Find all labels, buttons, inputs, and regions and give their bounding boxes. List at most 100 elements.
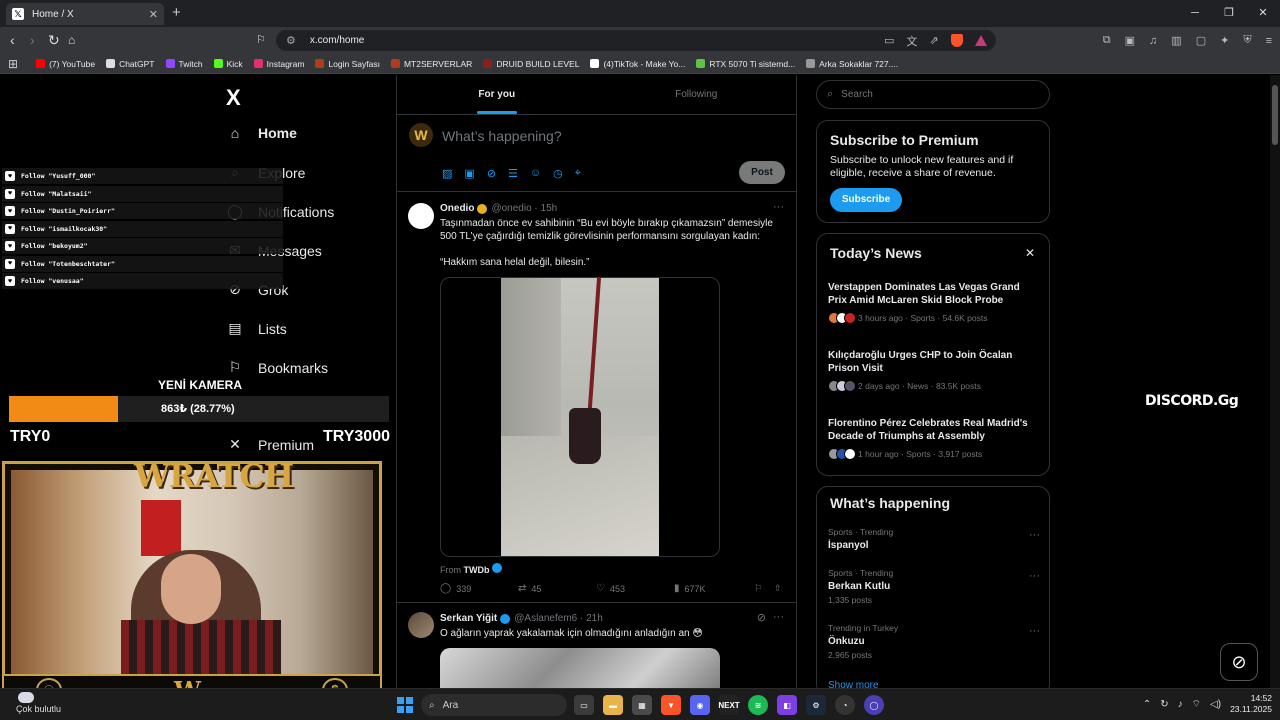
- trend-item[interactable]: Sports · Trending Berkan Kutlu 1,335 posts…: [828, 568, 1040, 605]
- author-handle[interactable]: @onedio: [491, 203, 531, 214]
- bookmark-item[interactable]: MT2SERVERLAR: [390, 59, 472, 69]
- chevron-up-icon[interactable]: ⌃: [1143, 699, 1151, 710]
- site-info-icon[interactable]: ⚙: [286, 34, 296, 47]
- share-tweet-icon[interactable]: ⇧: [774, 583, 782, 594]
- browser-tab[interactable]: 𝕏 Home / X ✕: [6, 3, 164, 25]
- tweet-time[interactable]: 21h: [586, 613, 603, 624]
- task-view-icon[interactable]: ▭: [574, 695, 594, 715]
- reply-button[interactable]: ◯ 339: [440, 583, 518, 594]
- trend-item[interactable]: Sports · Trending İspanyol ···: [828, 527, 1040, 554]
- file-explorer-icon[interactable]: ▬: [603, 695, 623, 715]
- bookmark-item[interactable]: DRUID BUILD LEVEL: [483, 59, 579, 69]
- maximize-button[interactable]: ❐: [1212, 0, 1246, 27]
- close-tab-icon[interactable]: ✕: [149, 8, 158, 21]
- cast-icon[interactable]: ▭: [884, 34, 894, 47]
- x-logo-icon[interactable]: X: [226, 85, 241, 111]
- tweet[interactable]: Onedio @onedio · 15h ··· Taşınmadan önce…: [397, 193, 796, 603]
- screenshot-icon[interactable]: ▣: [1125, 34, 1135, 47]
- wallet-icon[interactable]: ▢: [1196, 34, 1206, 47]
- nav-item-home[interactable]: ⌂ Home: [226, 125, 297, 141]
- location-icon[interactable]: ⌖: [575, 167, 581, 180]
- media-icon[interactable]: ♫: [1149, 35, 1157, 47]
- poll-icon[interactable]: ☰: [508, 167, 518, 180]
- show-more-link[interactable]: Show more: [828, 680, 879, 688]
- more-icon[interactable]: ···: [773, 201, 784, 213]
- spotify-icon[interactable]: ≋: [748, 695, 768, 715]
- taskbar-search[interactable]: ⌕ Ara: [421, 694, 567, 716]
- post-button[interactable]: Post: [739, 161, 785, 184]
- more-icon[interactable]: ···: [1029, 625, 1040, 637]
- compose-input[interactable]: What’s happening?: [442, 128, 562, 144]
- author-name[interactable]: Onedio: [440, 203, 474, 214]
- discord-app-icon[interactable]: ◉: [690, 695, 710, 715]
- tab-for-you[interactable]: For you: [397, 75, 597, 114]
- next-app-icon[interactable]: NEXT: [718, 695, 740, 715]
- close-window-button[interactable]: ✕: [1246, 0, 1280, 27]
- bookmark-item[interactable]: Kick: [213, 59, 243, 69]
- from-account[interactable]: TWDb: [464, 565, 490, 575]
- leo-ai-icon[interactable]: ✦: [1220, 34, 1229, 47]
- menu-icon[interactable]: ≡: [1266, 35, 1272, 47]
- vpn-icon[interactable]: ⛨: [1243, 34, 1251, 47]
- schedule-icon[interactable]: ◷: [553, 167, 563, 180]
- translate-icon[interactable]: 文: [906, 33, 917, 49]
- more-icon[interactable]: ···: [1029, 529, 1040, 541]
- more-icon[interactable]: ···: [1029, 570, 1040, 582]
- clock[interactable]: 14:52 23.11.2025: [1230, 693, 1272, 715]
- bookmark-page-icon[interactable]: ⚐: [256, 32, 266, 48]
- sync-icon[interactable]: ↻: [1160, 699, 1168, 710]
- avatar[interactable]: [408, 203, 434, 229]
- video-player[interactable]: [440, 277, 720, 557]
- nav-item-bookmarks[interactable]: ⚐ Bookmarks: [226, 359, 328, 376]
- bookmark-tweet-icon[interactable]: ⚐: [754, 583, 774, 594]
- weather-widget[interactable]: Çok bulutlu: [16, 692, 61, 714]
- bookmark-item[interactable]: (7) YouTube: [36, 59, 95, 69]
- author-name[interactable]: Serkan Yiğit: [440, 613, 497, 624]
- steam-icon[interactable]: ⚙: [806, 695, 826, 715]
- brave-shields-icon[interactable]: [950, 34, 963, 47]
- app-icon[interactable]: ◯: [864, 695, 884, 715]
- apps-grid-icon[interactable]: ⊞: [8, 57, 18, 71]
- news-item[interactable]: Verstappen Dominates Las Vegas Grand Pri…: [828, 281, 1040, 324]
- brave-app-icon[interactable]: ▼: [661, 695, 681, 715]
- gif-icon[interactable]: ▣: [464, 167, 474, 180]
- back-button[interactable]: ‹: [10, 32, 15, 48]
- nav-item-lists[interactable]: ▤ Lists: [226, 320, 286, 337]
- news-item[interactable]: Kılıçdaroğlu Urges CHP to Join Öcalan Pr…: [828, 349, 1040, 392]
- share-icon[interactable]: ⇗: [929, 34, 938, 47]
- subscribe-button[interactable]: Subscribe: [830, 188, 902, 212]
- views-button[interactable]: ▮ 677K: [674, 583, 754, 594]
- avatar[interactable]: [408, 612, 434, 638]
- grok-button[interactable]: ⊘: [1220, 643, 1258, 681]
- app-icon[interactable]: ◔: [835, 695, 855, 715]
- news-item[interactable]: Florentino Pérez Celebrates Real Madrid'…: [828, 417, 1040, 460]
- microphone-icon[interactable]: ♪: [1178, 699, 1183, 710]
- trend-item[interactable]: Trending in Turkey Önkuzu 2,965 posts ···: [828, 623, 1040, 660]
- emoji-icon[interactable]: ☺: [530, 167, 541, 180]
- scrollbar[interactable]: [1270, 75, 1280, 688]
- twitch-app-icon[interactable]: ◧: [777, 695, 797, 715]
- author-handle[interactable]: @Aslanefem6: [514, 613, 577, 624]
- bookmark-item[interactable]: (4)TikTok - Make Yo...: [590, 59, 685, 69]
- brave-rewards-icon[interactable]: [974, 35, 987, 46]
- more-icon[interactable]: ···: [773, 611, 784, 623]
- store-icon[interactable]: ▦: [632, 695, 652, 715]
- tab-following[interactable]: Following: [597, 75, 797, 114]
- tweet-image[interactable]: [440, 648, 720, 688]
- start-button[interactable]: [397, 697, 413, 713]
- close-icon[interactable]: ✕: [1025, 246, 1035, 260]
- forward-button[interactable]: ›: [30, 32, 35, 48]
- bookmark-item[interactable]: Login Sayfası: [315, 59, 380, 69]
- tweet-time[interactable]: 15h: [541, 203, 558, 214]
- grok-compose-icon[interactable]: ⊘: [487, 167, 496, 180]
- bookmark-item[interactable]: Twitch: [165, 59, 203, 69]
- image-icon[interactable]: ▨: [442, 167, 452, 180]
- new-tab-button[interactable]: +: [172, 4, 181, 21]
- tweet[interactable]: Serkan Yiğit @Aslanefem6 · 21h ⊘ ··· O a…: [397, 603, 796, 688]
- grok-explain-icon[interactable]: ⊘: [757, 611, 766, 624]
- user-avatar[interactable]: W: [409, 123, 433, 147]
- wifi-icon[interactable]: ⌔: [1192, 698, 1201, 711]
- like-button[interactable]: ♡ 453: [596, 583, 674, 594]
- extensions-icon[interactable]: ⧉: [1103, 34, 1111, 47]
- bookmark-item[interactable]: RTX 5070 Ti sistemd...: [696, 59, 795, 69]
